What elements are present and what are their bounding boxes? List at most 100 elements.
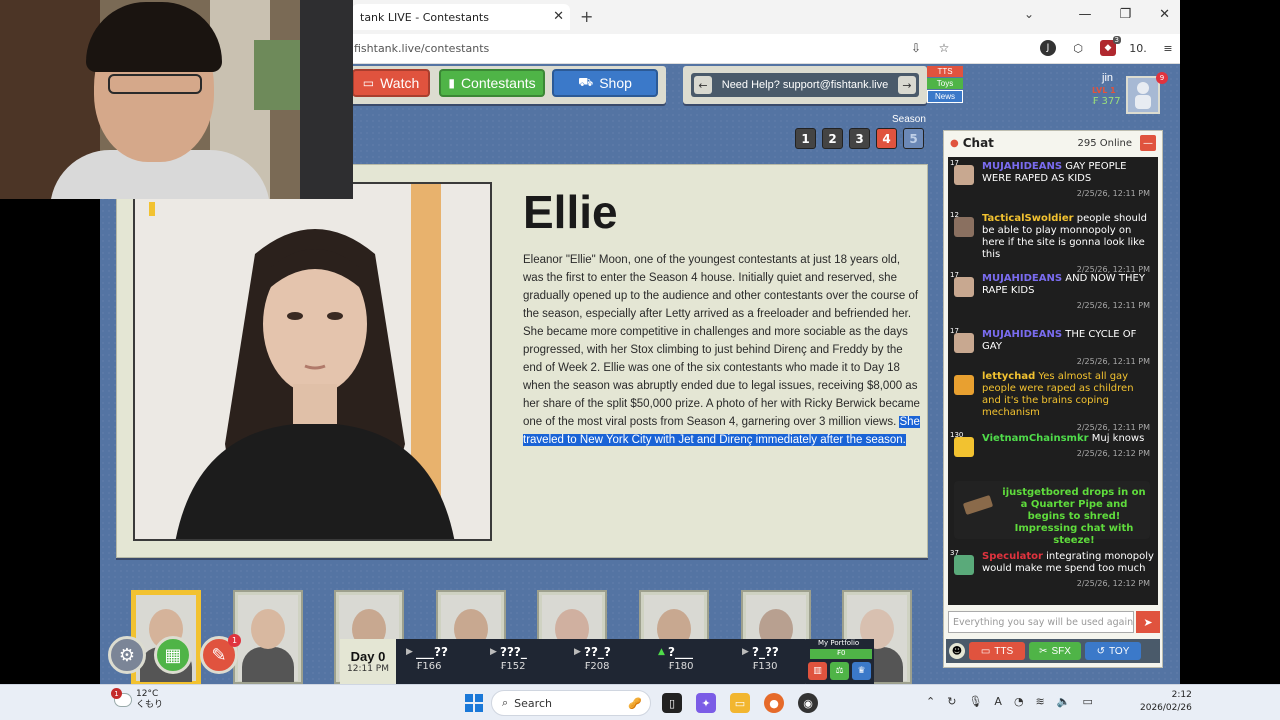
copilot-icon[interactable]: ✦: [696, 693, 716, 713]
window-controls: — ❐ ✕: [1078, 7, 1170, 22]
chat-avatar[interactable]: [954, 277, 974, 297]
tray-sync-icon[interactable]: ↻: [947, 695, 956, 708]
chat-username[interactable]: TacticalSwoldier: [982, 213, 1074, 224]
weather-widget[interactable]: 1 12°C くもり: [111, 688, 163, 711]
notification-badge[interactable]: 9: [1156, 72, 1168, 84]
screen: tank LIVE - Contestants ✕ + ⌄ — ❐ ✕ fish…: [0, 0, 1280, 720]
task-view-icon[interactable]: ▯: [662, 693, 682, 713]
contestant-thumbnail[interactable]: [233, 590, 303, 684]
stock-name: ???_: [500, 645, 527, 659]
toolbar-text[interactable]: 10.: [1129, 40, 1147, 56]
tag-news[interactable]: News: [927, 90, 963, 103]
install-app-icon[interactable]: ⇩: [908, 40, 924, 56]
tray-ime-icon[interactable]: A: [994, 695, 1002, 708]
bookmark-star-icon[interactable]: ☆: [936, 40, 952, 56]
stock-name: ?___: [668, 645, 693, 659]
chat-timestamp: 2/25/26, 12:11 PM: [1076, 357, 1150, 366]
portfolio-value: ₣0: [810, 649, 872, 659]
obs-icon[interactable]: ◉: [798, 693, 818, 713]
tv-icon: ▭: [362, 76, 375, 90]
minimize-icon[interactable]: —: [1078, 7, 1091, 22]
clock-date: 2026/02/26: [1140, 703, 1192, 713]
avatar[interactable]: [1126, 76, 1160, 114]
day-time: 12:11 PM: [347, 664, 389, 674]
chat-avatar[interactable]: [954, 333, 974, 353]
sfx-button[interactable]: ✂ SFX: [1029, 642, 1081, 660]
tab-list-icon[interactable]: ⌄: [1024, 7, 1034, 21]
chat-pin-icon: ●: [950, 137, 959, 149]
search-highlight-icon: 🥜: [628, 696, 642, 710]
season-button-1[interactable]: 1: [795, 128, 816, 149]
stock-price: ₣208: [584, 661, 610, 672]
stock-item[interactable]: ▶ ???_ ₣152: [490, 645, 570, 679]
new-tab-icon[interactable]: +: [580, 7, 593, 26]
toy-button[interactable]: ↺ TOY: [1085, 642, 1141, 660]
bio-text: Eleanor "Ellie" Moon, one of the younges…: [523, 254, 920, 428]
chart-icon[interactable]: ▥: [808, 662, 827, 680]
taskbar-clock[interactable]: 2:12 2026/02/26: [1140, 689, 1192, 715]
season-button-2[interactable]: 2: [822, 128, 843, 149]
chat-feed[interactable]: 17 MUJAHIDEANS GAY PEOPLE WERE RAPED AS K…: [948, 157, 1158, 605]
restore-icon[interactable]: ❐: [1119, 7, 1131, 22]
season-button-3[interactable]: 3: [849, 128, 870, 149]
watch-button[interactable]: ▭ Watch: [352, 69, 430, 97]
chat-minimize-button[interactable]: —: [1140, 135, 1156, 151]
season-label: Season: [892, 114, 926, 125]
emoji-icon[interactable]: ☻: [949, 643, 965, 659]
chat-message: 17 MUJAHIDEANS GAY PEOPLE WERE RAPED AS K…: [948, 159, 1158, 200]
chat-avatar[interactable]: [954, 165, 974, 185]
battery-icon[interactable]: ▭: [1082, 695, 1092, 708]
stock-item[interactable]: ▶ ___?? ₣166: [406, 645, 486, 679]
profile-icon[interactable]: J: [1040, 40, 1056, 56]
chat-username[interactable]: MUJAHIDEANS: [982, 329, 1062, 340]
chat-username[interactable]: MUJAHIDEANS: [982, 273, 1062, 284]
user-panel[interactable]: jin LVL 1 ₣ 377 9: [1080, 70, 1170, 120]
settings-button[interactable]: ⚙: [108, 636, 146, 674]
chat-avatar[interactable]: [954, 437, 974, 457]
send-button[interactable]: ➤: [1136, 611, 1160, 633]
browser-tab[interactable]: tank LIVE - Contestants ✕: [352, 4, 570, 30]
stock-item[interactable]: ▶ ??_? ₣208: [574, 645, 654, 679]
close-tab-icon[interactable]: ✕: [553, 9, 564, 24]
user-coins: ₣ 377: [1092, 96, 1121, 107]
help-prev-icon[interactable]: ←: [694, 76, 712, 94]
taskbar-search[interactable]: ⌕ Search 🥜: [491, 690, 651, 716]
wifi-icon[interactable]: ≋: [1036, 695, 1045, 708]
season-button-5[interactable]: 5: [903, 128, 924, 149]
volume-icon[interactable]: 🔈: [1057, 695, 1071, 708]
chat-input[interactable]: Everything you say will be used against: [948, 611, 1134, 633]
chat-avatar[interactable]: [954, 217, 974, 237]
tts-button[interactable]: ▭ TTS: [969, 642, 1025, 660]
windows-taskbar: 1 12°C くもり ⌕ Search 🥜 ▯ ✦ ▭ ● ◉ ⌃ ↻ 🎙 A …: [0, 684, 1280, 720]
tag-tts[interactable]: TTS: [927, 66, 963, 77]
contestants-button[interactable]: ▮ Contestants: [439, 69, 545, 97]
start-button[interactable]: [465, 694, 483, 712]
tray-chevron-icon[interactable]: ⌃: [926, 695, 935, 708]
chat-username[interactable]: VietnamChainsmkr: [982, 433, 1089, 444]
chat-username[interactable]: lettychad: [982, 371, 1035, 382]
chat-avatar[interactable]: [954, 555, 974, 575]
tag-toys[interactable]: Toys: [927, 78, 963, 89]
chat-avatar[interactable]: [954, 375, 974, 395]
firefox-icon[interactable]: ●: [764, 693, 784, 713]
file-explorer-icon[interactable]: ▭: [730, 693, 750, 713]
close-window-icon[interactable]: ✕: [1159, 7, 1170, 22]
shop-button[interactable]: ⛟ Shop: [552, 69, 658, 97]
trophy-icon[interactable]: ♛: [852, 662, 871, 680]
webcam-shelf: [300, 0, 353, 199]
tray-mic-icon[interactable]: 🎙: [968, 695, 982, 708]
chat-username[interactable]: MUJAHIDEANS: [982, 161, 1062, 172]
portfolio-panel[interactable]: My Portfolio ₣0 ▥ ⚖ ♛: [806, 639, 874, 684]
menu-icon[interactable]: ≡: [1160, 40, 1176, 56]
scale-icon[interactable]: ⚖: [830, 662, 849, 680]
extension-shield-icon[interactable]: ◆ 3: [1100, 36, 1121, 56]
inventory-button[interactable]: ▦: [154, 636, 192, 674]
help-next-icon[interactable]: →: [897, 76, 916, 94]
url-field[interactable]: fishtank.live/contestants: [354, 42, 489, 55]
stock-item[interactable]: ▲ ?___ ₣180: [658, 645, 738, 679]
tray-clock-icon[interactable]: ◔: [1014, 695, 1024, 708]
season-button-4[interactable]: 4: [876, 128, 897, 149]
chat-username[interactable]: Speculator: [982, 551, 1043, 562]
chat-message: 130 VietnamChainsmkr Muj knows 2/25/26, 12…: [948, 431, 1158, 460]
extensions-icon[interactable]: ⬡: [1070, 40, 1086, 56]
